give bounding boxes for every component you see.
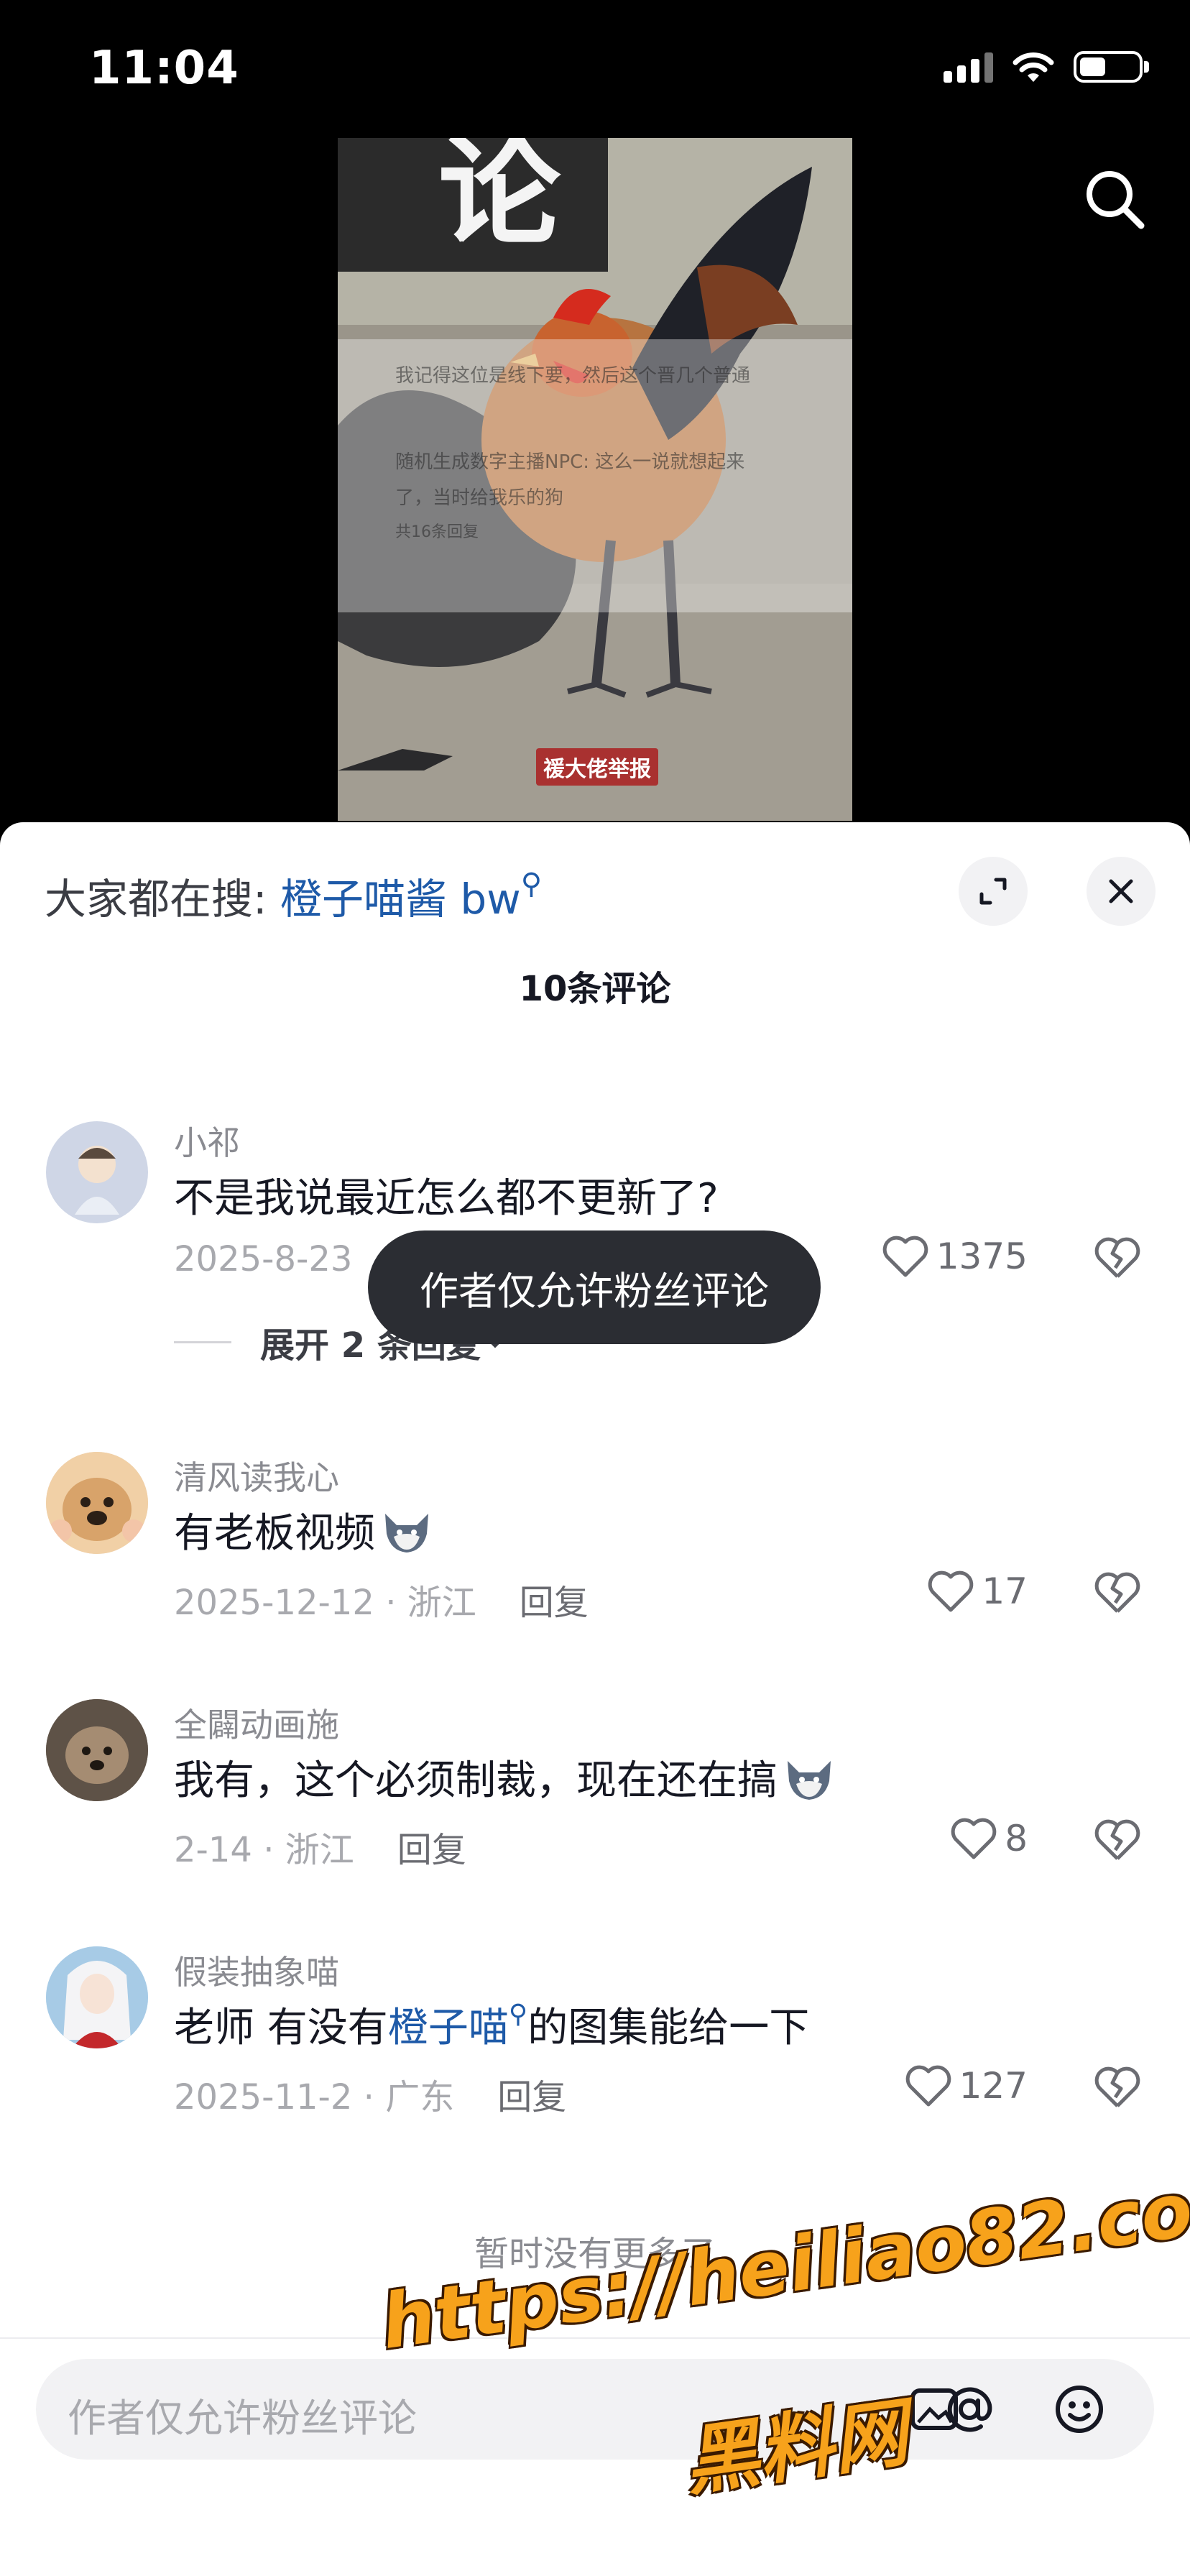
status-time: 11:04	[89, 42, 239, 95]
comment-meta: 2025-11-2 · 广东 回复	[174, 2069, 566, 2119]
avatar-image	[46, 1699, 148, 1801]
status-bar: 11:04	[0, 0, 1190, 137]
wolf-emoji-icon	[385, 1514, 428, 1552]
comment-username[interactable]: 小祁	[174, 1117, 240, 1164]
like-button[interactable]: 1375	[882, 1235, 1028, 1278]
like-count: 17	[982, 1570, 1028, 1612]
heart-icon	[882, 1236, 928, 1277]
comment-text: 老师 有没有橙子喵⚲的图集能给一下	[174, 1995, 809, 2053]
reply-button[interactable]: 回复	[497, 2077, 566, 2117]
comment-input[interactable]: 作者仅允许粉丝评论	[36, 2359, 1154, 2460]
battery-icon	[1074, 51, 1149, 83]
no-more-text: 暂时没有更多了	[474, 2234, 716, 2274]
cellular-signal-icon	[944, 51, 993, 83]
comment-meta: 2-14 · 浙江 回复	[174, 1821, 466, 1872]
like-count: 1375	[936, 1236, 1028, 1277]
broken-heart-icon[interactable]	[1094, 1236, 1141, 1279]
emoji-icon[interactable]	[1051, 2380, 1108, 2438]
broken-heart-icon[interactable]	[1094, 1571, 1141, 1614]
avatar[interactable]	[46, 1121, 148, 1223]
comment-text-body: 有老板视频	[174, 1510, 375, 1557]
video-title-fragment: 论	[338, 138, 608, 272]
toast-message: 作者仅允许粉丝评论	[368, 1230, 821, 1344]
like-count: 127	[959, 2065, 1028, 2107]
status-icons	[944, 50, 1149, 83]
hot-search-query[interactable]: 橙子喵酱 bw	[280, 875, 521, 924]
reply-button[interactable]: 回复	[397, 1830, 466, 1870]
broken-heart-icon[interactable]	[1094, 1818, 1141, 1862]
comment-text-after: 的图集能给一下	[527, 2005, 810, 2051]
video-comment-overlay: 我记得这位是线下要，然后这个晋几个普通 随机生成数字主播NPC: 这么一说就想起…	[338, 339, 852, 612]
video-ghost-line: 共16条回复	[395, 523, 479, 541]
comment-username[interactable]: 全闢动画施	[174, 1699, 339, 1747]
reply-button[interactable]: 回复	[520, 1583, 589, 1623]
comment-count: 10条评论	[519, 969, 671, 1009]
heart-icon	[905, 2065, 951, 2107]
avatar[interactable]	[46, 1699, 148, 1801]
expand-icon	[979, 878, 1007, 905]
comment-text-body: 我有，这个必须制裁，现在还在搞	[174, 1757, 778, 1804]
comment-text-before: 老师 有没有	[174, 2005, 388, 2051]
video-ghost-line: 我记得这位是线下要，然后这个晋几个普通	[395, 365, 751, 387]
expand-sheet-button[interactable]	[959, 857, 1028, 926]
comment-username[interactable]: 清风读我心	[174, 1452, 339, 1499]
comment-date: 2025-11-2 · 广东	[174, 2077, 455, 2117]
video-ghost-line: 了，当时给我乐的狗	[395, 487, 564, 509]
comment-date: 2025-12-12 · 浙江	[174, 1583, 476, 1623]
comment-date: 2-14 · 浙江	[174, 1830, 354, 1870]
avatar-image	[46, 1452, 148, 1554]
comment-sheet: 大家都在搜: 橙子喵酱 bw⚲ 10条评论 小祁 不是我说最近怎么都不更新了? …	[0, 822, 1190, 2576]
avatar-image	[75, 1146, 119, 1215]
avatar-image	[46, 1946, 148, 2048]
comment-date: 2025-8-23	[174, 1239, 353, 1279]
like-button[interactable]: 17	[927, 1570, 1028, 1613]
wifi-icon	[1013, 52, 1054, 82]
wolf-emoji-icon	[788, 1761, 831, 1800]
heart-icon	[951, 1818, 997, 1859]
hot-search[interactable]: 大家都在搜: 橙子喵酱 bw⚲	[45, 865, 542, 926]
comment-meta: 2025-12-12 · 浙江 回复	[174, 1574, 589, 1624]
like-button[interactable]: 8	[950, 1817, 1028, 1860]
comment-text: 有老板视频	[174, 1501, 434, 1559]
search-small-icon: ⚲	[520, 868, 542, 901]
heart-icon	[928, 1570, 974, 1612]
like-button[interactable]: 127	[905, 2064, 1028, 2107]
search-small-icon: ⚲	[508, 2000, 528, 2029]
hot-search-prefix: 大家都在搜:	[45, 875, 280, 924]
at-mention-icon[interactable]	[937, 2380, 1002, 2438]
broken-heart-icon[interactable]	[1094, 2066, 1141, 2109]
comment-input-placeholder: 作者仅允许粉丝评论	[68, 2396, 417, 2441]
expand-divider	[174, 1340, 231, 1343]
comment-meta: 2025-8-23	[174, 1239, 352, 1279]
video-badge: 禐大佬举报	[536, 748, 658, 786]
like-count: 8	[1005, 1818, 1028, 1859]
close-button[interactable]	[1087, 857, 1156, 926]
comment-username[interactable]: 假装抽象喵	[174, 1946, 339, 1994]
video-thumbnail[interactable]: 论 我记得这位是线下要，然后这个晋几个普通 随机生成数字主播NPC: 这么一说就…	[338, 138, 852, 821]
avatar[interactable]	[46, 1946, 148, 2048]
battery-level	[1080, 58, 1105, 76]
comment-text: 我有，这个必须制裁，现在还在搞	[174, 1748, 836, 1806]
video-ghost-line: 随机生成数字主播NPC: 这么一说就想起来	[395, 451, 745, 473]
avatar[interactable]	[46, 1452, 148, 1554]
comment-text: 不是我说最近怎么都不更新了?	[174, 1175, 719, 1222]
search-icon[interactable]	[1082, 167, 1147, 231]
close-icon	[1109, 879, 1133, 903]
comment-search-link[interactable]: 橙子喵	[388, 2005, 509, 2051]
input-divider	[0, 2337, 1190, 2339]
